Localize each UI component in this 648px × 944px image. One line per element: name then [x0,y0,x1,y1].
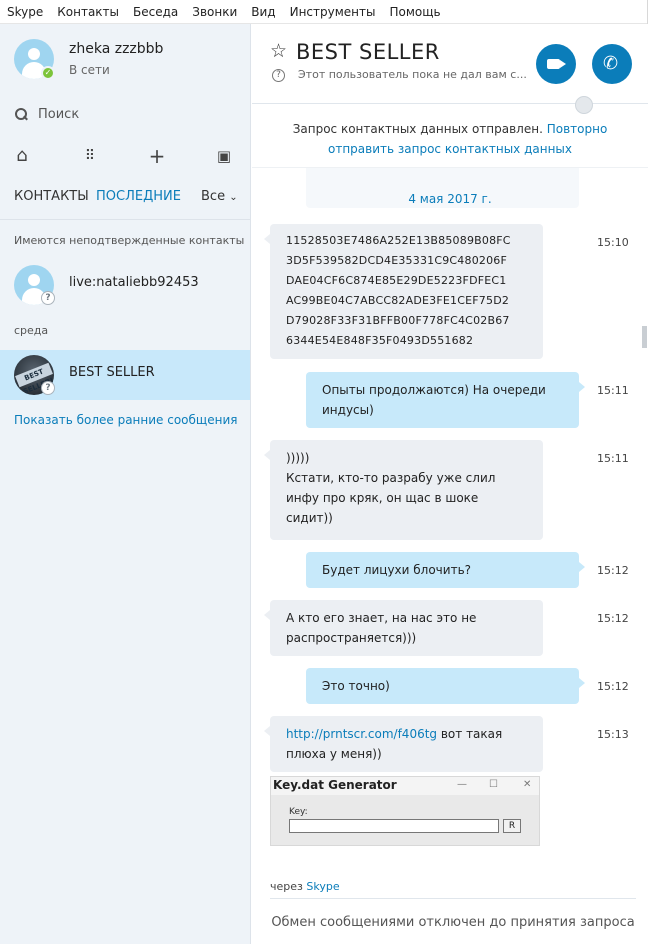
search-icon [14,107,29,122]
message-bubble[interactable]: А кто его знает, на нас это не распростр… [264,600,543,656]
menu-tools[interactable]: Инструменты [283,5,383,19]
contact-tabs: КОНТАКТЫ ПОСЛЕДНИЕ Все ⌄ [0,184,250,220]
profile-status[interactable]: В сети [69,63,110,77]
chat-pane: ☆ BEST SELLER ? Этот пользователь пока н… [252,24,648,944]
message-bubble[interactable]: Опыты продолжаются) На очереди индусы) [306,372,585,428]
tab-contacts[interactable]: КОНТАКТЫ [14,189,89,204]
star-icon[interactable]: ☆ [270,40,287,62]
home-icon[interactable]: ⌂ [12,146,32,166]
request-text: Запрос контактных данных отправлен. [292,122,543,136]
search-input[interactable]: Поиск [14,104,244,124]
menu-skype[interactable]: Skype [0,5,50,19]
date-separator: 4 мая 2017 г. [408,192,492,206]
maximize-icon: ☐ [489,779,498,790]
video-camera-icon [547,59,566,69]
image-preview[interactable]: Key.dat Generator — ☐ ✕ Key: R [270,776,540,846]
messaging-disabled-notice: Обмен сообщениями отключен до принятия з… [270,898,636,944]
sidebar: ✓ zheka zzzbbb В сети Поиск ⌂ ⠿ + ▣ КОНТ… [0,24,251,944]
message-time: 15:11 [597,384,629,397]
via-skype: через Skype [270,880,340,893]
message-time: 15:11 [597,452,629,465]
video-call-button[interactable] [536,44,576,84]
profile[interactable]: ✓ zheka zzzbbb В сети [14,39,244,84]
show-earlier-link[interactable]: Показать более ранние сообщения [14,413,237,427]
online-status-icon: ✓ [41,66,55,80]
add-icon[interactable]: + [147,146,167,166]
message-time: 15:10 [597,236,629,249]
phone-icon: ✆ [603,53,619,74]
image-key-field [289,819,499,833]
menu-bar: Skype Контакты Беседа Звонки Вид Инструм… [0,0,648,24]
profile-name: zheka zzzbbb [69,41,164,57]
message-bubble[interactable]: http://prntscr.com/f406tg вот такая плюх… [264,716,543,772]
image-field-label: Key: [289,807,308,817]
contact-name: live:nataliebb92453 [69,275,199,290]
unconfirmed-label: Имеются неподтвержденные контакты [14,234,245,247]
unknown-status-icon: ? [41,381,55,395]
menu-contacts[interactable]: Контакты [50,5,126,19]
contact-item[interactable]: ? live:nataliebb92453 [0,260,250,310]
audio-call-button[interactable]: ✆ [592,44,632,84]
message-text: Кстати, кто-то разрабу уже слил инфу про… [286,471,496,525]
message-time: 15:12 [597,612,629,625]
message-bubble[interactable]: ))))) Кстати, кто-то разрабу уже слил ин… [264,440,543,540]
filter-label: Все [201,189,226,204]
menu-calls[interactable]: Звонки [185,5,244,19]
chat-title[interactable]: BEST SELLER [296,40,440,64]
message-time: 15:12 [597,564,629,577]
message-bubble[interactable]: Будет лицухи блочить? [306,552,585,588]
message-line: ))))) [286,451,310,465]
contact-request-notice: Запрос контактных данных отправлен. Повт… [252,106,648,168]
unknown-status-icon: ? [41,291,55,305]
minimize-icon: — [457,779,467,790]
chat-subtitle: Этот пользователь пока не дал вам с... [298,68,527,81]
help-icon: ? [272,69,285,82]
bot-icon[interactable]: ▣ [214,146,234,166]
menu-view[interactable]: Вид [244,5,282,19]
message-bubble[interactable]: 11528503E7486A252E13B85089B08FC 3D5F5395… [264,224,543,359]
contact-name: BEST SELLER [69,365,155,380]
scrollbar[interactable] [642,326,647,348]
message-bubble[interactable]: Это точно) [306,668,585,704]
message-link[interactable]: http://prntscr.com/f406tg [286,727,437,741]
image-r-button: R [503,819,521,833]
tab-recent[interactable]: ПОСЛЕДНИЕ [96,189,181,204]
menu-conversation[interactable]: Беседа [126,5,185,19]
chat-header: ☆ BEST SELLER ? Этот пользователь пока н… [252,24,648,104]
message-time: 15:12 [597,680,629,693]
close-icon: ✕ [523,779,532,790]
day-label: среда [14,324,49,337]
message-time: 15:13 [597,728,629,741]
message-list: 4 мая 2017 г. 11528503E7486A252E13B85089… [252,168,648,868]
dialpad-icon[interactable]: ⠿ [80,146,100,166]
via-text: через [270,880,303,893]
globe-icon [575,96,593,114]
toolbar: ⌂ ⠿ + ▣ [0,142,250,170]
filter-dropdown[interactable]: Все ⌄ [201,189,238,204]
skype-link[interactable]: Skype [306,880,339,893]
menu-help[interactable]: Помощь [382,5,447,19]
search-label: Поиск [38,106,80,122]
chevron-down-icon: ⌄ [229,192,238,203]
image-window-title: Key.dat Generator [271,777,539,795]
contact-item-active[interactable]: BEST SELLER! ? BEST SELLER [0,350,250,400]
